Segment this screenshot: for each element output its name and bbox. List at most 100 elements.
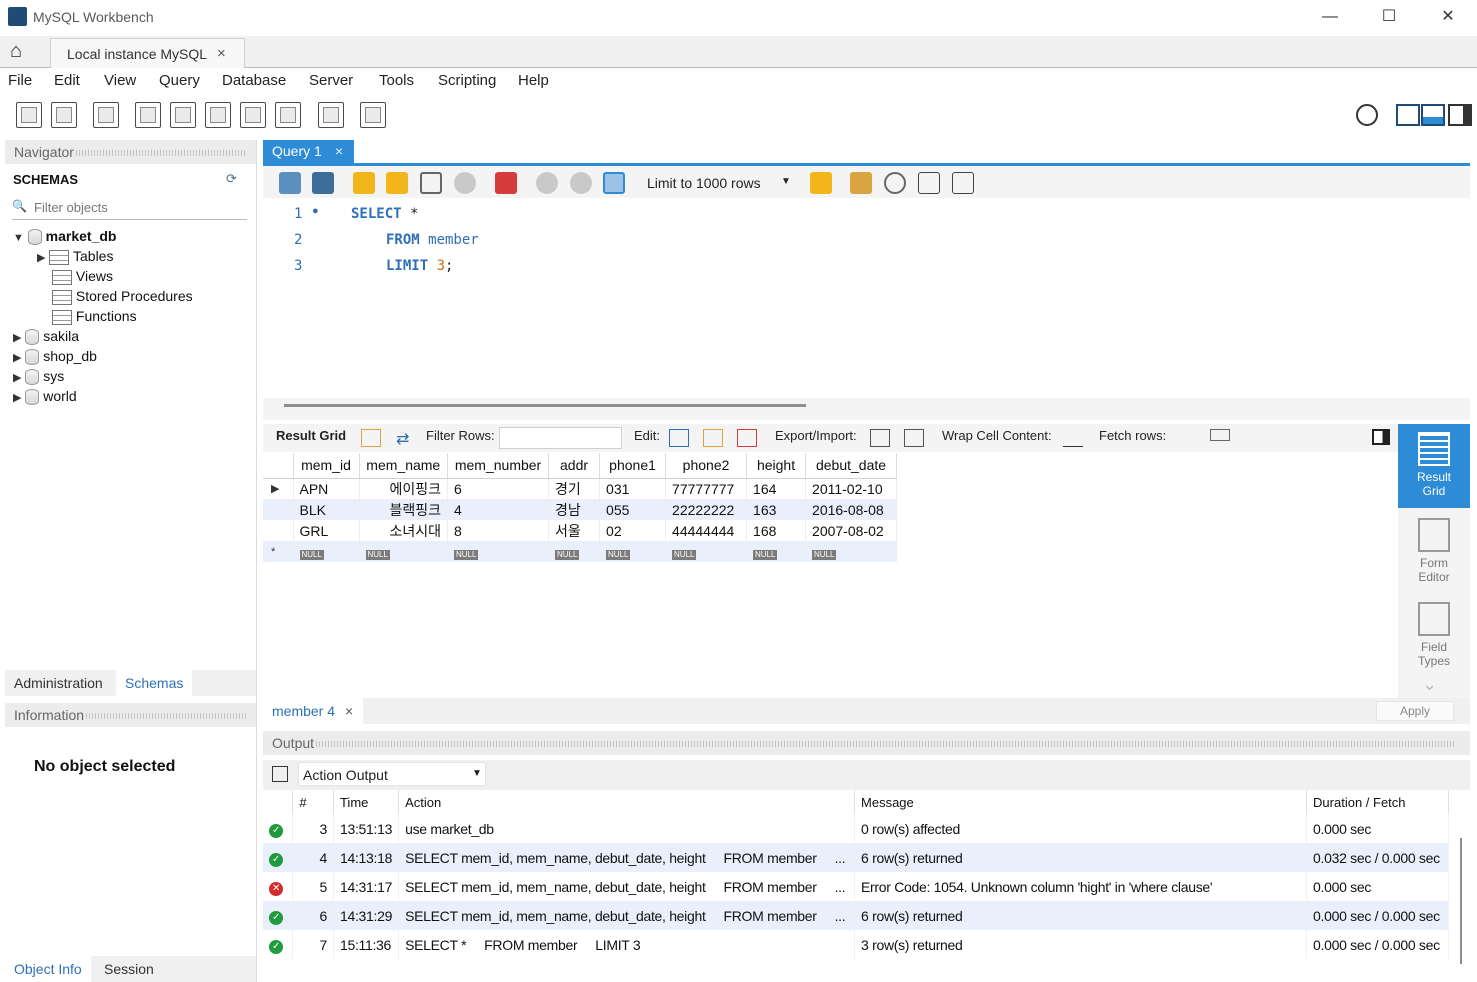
- column-header[interactable]: mem_id: [293, 453, 360, 479]
- sql-editor[interactable]: [263, 198, 1470, 398]
- schema-sys[interactable]: ▶ sys: [13, 368, 64, 386]
- output-row[interactable]: ✓ 7 15:11:36 SELECT * FROM member LIMIT …: [263, 930, 1449, 959]
- create-schema-icon[interactable]: [135, 102, 161, 128]
- result-grid-side-tab[interactable]: Result Grid: [1398, 424, 1470, 508]
- tree-item-tables[interactable]: ▶ Tables: [37, 248, 113, 265]
- output-row[interactable]: ✓ 3 13:51:13 use market_db 0 row(s) affe…: [263, 814, 1449, 843]
- table-row[interactable]: BLK 블랙핑크 4 경남 055 22222222 163 2016-08-0…: [263, 499, 898, 520]
- explain-magnifier-icon[interactable]: [420, 172, 442, 194]
- field-types-side-tab[interactable]: Field Types: [1398, 594, 1470, 678]
- row-header-cell[interactable]: [263, 520, 294, 541]
- column-header[interactable]: Time: [333, 790, 400, 814]
- reconnect-icon[interactable]: [360, 102, 386, 128]
- tab-query-1[interactable]: Query 1 ×: [263, 140, 354, 164]
- column-header[interactable]: debut_date: [805, 453, 898, 479]
- word-wrap-icon[interactable]: [952, 172, 974, 194]
- grid-cell[interactable]: 서울: [548, 520, 601, 541]
- grid-cell[interactable]: NULL: [548, 541, 601, 562]
- close-button[interactable]: ✕: [1428, 4, 1468, 30]
- output-row[interactable]: ✕ 5 14:31:17 SELECT mem_id, mem_name, de…: [263, 872, 1449, 901]
- grid-cell[interactable]: 경남: [548, 499, 601, 520]
- toggle-secondary-sidebar-icon[interactable]: [1448, 104, 1472, 126]
- open-sql-script-icon[interactable]: [51, 102, 77, 128]
- stop-icon[interactable]: [454, 172, 476, 194]
- toggle-panel-icon[interactable]: [1372, 429, 1390, 445]
- output-row[interactable]: ✓ 6 14:31:29 SELECT mem_id, mem_name, de…: [263, 901, 1449, 930]
- toggle-sidebar-icon[interactable]: [1396, 104, 1420, 126]
- column-header[interactable]: mem_number: [447, 453, 550, 479]
- grid-cell[interactable]: APN: [293, 478, 360, 499]
- execute-current-lightning-icon[interactable]: [386, 172, 408, 194]
- create-procedure-icon[interactable]: [240, 102, 266, 128]
- grid-cell[interactable]: 44444444: [665, 520, 748, 541]
- grid-cell[interactable]: 블랙핑크: [359, 499, 449, 520]
- action-output-select[interactable]: Action Output ▼: [298, 762, 486, 786]
- new-row[interactable]: * NULL NULL NULL NULL NULL NULL NULL NUL…: [263, 541, 898, 562]
- invisible-chars-pilcrow-icon[interactable]: [918, 172, 940, 194]
- execute-lightning-icon[interactable]: [353, 172, 375, 194]
- grid-cell[interactable]: 2011-02-10: [805, 478, 898, 499]
- grid-cell[interactable]: 055: [599, 499, 667, 520]
- autocommit-toggle-icon[interactable]: [603, 172, 625, 194]
- filter-rows-input[interactable]: [499, 427, 622, 449]
- schema-world[interactable]: ▶ world: [13, 388, 77, 406]
- column-header[interactable]: Message: [854, 790, 1308, 814]
- grid-cell[interactable]: NULL: [599, 541, 667, 562]
- grid-cell[interactable]: 02: [599, 520, 667, 541]
- grid-cell[interactable]: NULL: [665, 541, 748, 562]
- connection-tab[interactable]: Local instance MySQL ×: [50, 38, 245, 68]
- commit-icon[interactable]: [536, 172, 558, 194]
- grid-cell[interactable]: 8: [447, 520, 550, 541]
- grid-cell[interactable]: NULL: [359, 541, 449, 562]
- close-result-tab-icon[interactable]: ×: [345, 703, 353, 719]
- create-function-icon[interactable]: [275, 102, 301, 128]
- tab-schemas[interactable]: Schemas: [116, 670, 193, 696]
- grid-cell[interactable]: GRL: [293, 520, 360, 541]
- close-connection-tab-icon[interactable]: ×: [217, 45, 226, 62]
- grid-cell[interactable]: 4: [447, 499, 550, 520]
- current-row-arrow-icon[interactable]: ▶: [263, 478, 294, 499]
- find-icon[interactable]: [884, 172, 906, 194]
- filter-objects-input[interactable]: 🔍 Filter objects: [12, 196, 247, 220]
- grid-cell[interactable]: 77777777: [665, 478, 748, 499]
- toggle-output-icon[interactable]: [1421, 104, 1445, 126]
- insert-row-icon[interactable]: [703, 429, 723, 447]
- limit-rows-select[interactable]: Limit to 1000 rows: [647, 175, 761, 191]
- code-line-3[interactable]: LIMIT 3;: [386, 258, 453, 274]
- column-header[interactable]: Action: [398, 790, 856, 814]
- menu-database[interactable]: Database: [222, 72, 286, 89]
- create-table-icon[interactable]: [170, 102, 196, 128]
- schema-shop-db[interactable]: ▶ shop_db: [13, 348, 97, 366]
- grid-cell[interactable]: 2016-08-08: [805, 499, 898, 520]
- refresh-icon[interactable]: ⟳: [226, 171, 237, 187]
- menu-scripting[interactable]: Scripting: [438, 72, 496, 89]
- grid-cell[interactable]: NULL: [746, 541, 807, 562]
- maximize-button[interactable]: ☐: [1369, 4, 1409, 30]
- column-header[interactable]: phone2: [665, 453, 748, 479]
- minimize-button[interactable]: —: [1310, 4, 1350, 30]
- horizontal-scrollbar[interactable]: [284, 404, 806, 407]
- grid-cell[interactable]: BLK: [293, 499, 360, 520]
- stop-on-error-icon[interactable]: [495, 172, 517, 194]
- create-view-icon[interactable]: [205, 102, 231, 128]
- tree-item-functions[interactable]: Functions: [52, 308, 137, 325]
- collapsed-triangle-icon[interactable]: ▶: [13, 392, 21, 404]
- menu-server[interactable]: Server: [309, 72, 353, 89]
- grid-cell[interactable]: 6: [447, 478, 550, 499]
- grid-view-icon[interactable]: [361, 429, 381, 447]
- tab-object-info[interactable]: Object Info: [5, 956, 91, 982]
- grid-cell[interactable]: 168: [746, 520, 807, 541]
- new-sql-tab-icon[interactable]: [16, 102, 42, 128]
- edit-row-icon[interactable]: [669, 429, 689, 447]
- grid-cell[interactable]: NULL: [293, 541, 360, 562]
- menu-view[interactable]: View: [104, 72, 136, 89]
- home-icon[interactable]: ⌂: [10, 40, 38, 64]
- collapsed-triangle-icon[interactable]: ▶: [13, 372, 21, 384]
- tree-item-views[interactable]: Views: [52, 268, 113, 285]
- menu-file[interactable]: File: [8, 72, 32, 89]
- menu-edit[interactable]: Edit: [54, 72, 80, 89]
- more-tabs-chevron-down-icon[interactable]: ⌄: [1422, 674, 1437, 695]
- column-header[interactable]: phone1: [599, 453, 667, 479]
- close-query-tab-icon[interactable]: ×: [335, 143, 343, 159]
- menu-query[interactable]: Query: [159, 72, 200, 89]
